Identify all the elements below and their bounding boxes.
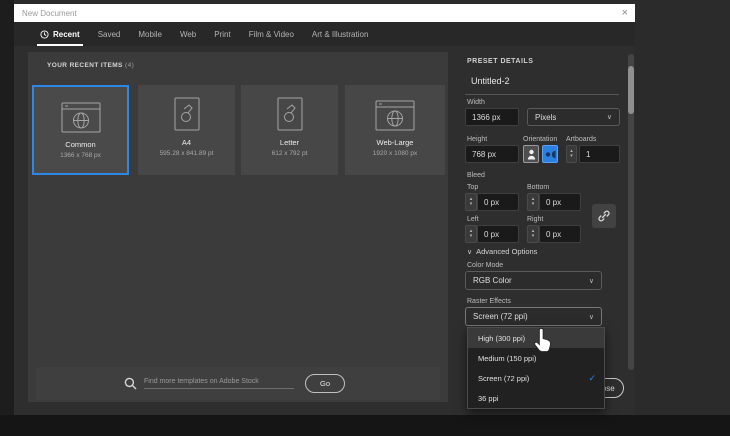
template-name: Web-Large (377, 138, 414, 147)
bleed-left-label: Left (467, 216, 479, 223)
web-template-icon (375, 85, 415, 131)
orientation-portrait-button[interactable] (523, 145, 539, 163)
step-down-icon[interactable]: ▾ (570, 154, 573, 159)
raster-effects-dropdown[interactable]: Screen (72 ppi)∨ (465, 307, 602, 326)
step-down-icon: ▾ (532, 202, 535, 207)
tab-label: Mobile (138, 30, 162, 39)
color-mode-dropdown[interactable]: RGB Color∨ (465, 271, 602, 290)
chevron-down-icon: ∨ (589, 313, 594, 321)
height-input[interactable]: 768 px (465, 145, 519, 163)
chevron-down-icon: ∨ (607, 113, 612, 121)
artboards-input[interactable]: 1 (579, 145, 620, 163)
dialog-title: New Document (14, 9, 615, 18)
bleed-bottom-stepper[interactable]: ▴▾ (527, 193, 539, 211)
tab-saved[interactable]: Saved (89, 22, 130, 46)
advanced-options-toggle[interactable]: ∨ Advanced Options (467, 247, 537, 256)
divider (465, 94, 619, 95)
bleed-bottom-input[interactable]: 0 px (539, 193, 581, 211)
close-icon[interactable]: × (615, 4, 635, 22)
template-dimensions: 612 x 792 pt (272, 150, 308, 157)
link-icon (597, 209, 611, 223)
scrollbar-thumb[interactable] (628, 66, 634, 114)
tab-print[interactable]: Print (205, 22, 239, 46)
tab-label: Film & Video (249, 30, 294, 39)
dialog-titlebar: New Document × (14, 4, 635, 22)
preset-details-heading: PRESET DETAILS (467, 58, 533, 65)
tab-film-video[interactable]: Film & Video (240, 22, 303, 46)
bleed-top-label: Top (467, 184, 478, 191)
background-left (0, 0, 14, 436)
bleed-right-label: Right (527, 216, 543, 223)
clock-icon (40, 30, 49, 39)
screen: New Document × Recent Saved Mobile Web P… (0, 0, 730, 436)
template-card-common[interactable]: Common 1366 x 768 px (32, 85, 129, 175)
link-bleed-values-button[interactable] (592, 204, 616, 228)
template-name: Letter (280, 138, 299, 147)
height-label: Height (467, 136, 487, 143)
template-card-letter[interactable]: Letter 612 x 792 pt (241, 85, 338, 175)
landscape-person-icon (545, 150, 556, 159)
template-dimensions: 1920 x 1080 px (373, 150, 417, 157)
tab-label: Recent (53, 30, 80, 39)
bleed-bottom-label: Bottom (527, 184, 549, 191)
checkmark-icon: ✓ (588, 373, 596, 384)
raster-effects-label: Raster Effects (467, 298, 511, 305)
bleed-top-stepper[interactable]: ▴▾ (465, 193, 477, 211)
portrait-person-icon (527, 149, 536, 160)
tab-label: Print (214, 30, 230, 39)
artboards-label: Artboards (566, 136, 596, 143)
step-down-icon: ▾ (470, 202, 473, 207)
step-down-icon: ▾ (532, 234, 535, 239)
template-name: Common (65, 140, 95, 149)
menu-item-36ppi[interactable]: 36 ppi (468, 388, 604, 408)
template-dimensions: 595.28 x 841.89 pt (160, 150, 214, 157)
search-input[interactable]: Find more templates on Adobe Stock (144, 378, 294, 389)
bleed-label: Bleed (467, 172, 485, 179)
tab-art-illustration[interactable]: Art & Illustration (303, 22, 377, 46)
stock-search-bar: Find more templates on Adobe Stock Go (36, 367, 440, 400)
orientation-landscape-button[interactable] (542, 145, 558, 163)
chevron-down-icon: ∨ (589, 277, 594, 285)
bleed-top-input[interactable]: 0 px (477, 193, 519, 211)
hand-cursor-icon (532, 326, 558, 356)
web-template-icon (61, 87, 101, 133)
document-name-field[interactable]: Untitled-2 (471, 76, 510, 86)
bleed-right-stepper[interactable]: ▴▾ (527, 225, 539, 243)
new-document-dialog: New Document × Recent Saved Mobile Web P… (14, 4, 635, 415)
document-template-icon (174, 85, 200, 131)
tab-label: Art & Illustration (312, 30, 368, 39)
artboards-stepper[interactable]: ▴▾ (566, 145, 577, 163)
chevron-down-icon: ∨ (467, 248, 472, 256)
bleed-right-input[interactable]: 0 px (539, 225, 581, 243)
tab-label: Web (180, 30, 196, 39)
template-dimensions: 1366 x 768 px (60, 152, 101, 159)
tab-label: Saved (98, 30, 121, 39)
template-card-a4[interactable]: A4 595.28 x 841.89 pt (138, 85, 235, 175)
bleed-left-input[interactable]: 0 px (477, 225, 519, 243)
width-input[interactable]: 1366 px (465, 108, 519, 126)
category-tabbar: Recent Saved Mobile Web Print Film & Vid… (14, 22, 635, 46)
width-label: Width (467, 99, 485, 106)
template-card-web-large[interactable]: Web-Large 1920 x 1080 px (345, 85, 445, 175)
tab-recent[interactable]: Recent (31, 22, 89, 46)
units-dropdown[interactable]: Pixels∨ (527, 108, 620, 126)
background-bottom (0, 415, 730, 436)
tab-mobile[interactable]: Mobile (129, 22, 171, 46)
recent-items-panel: YOUR RECENT ITEMS (4) Common 1366 x 768 … (28, 52, 448, 402)
bleed-left-stepper[interactable]: ▴▾ (465, 225, 477, 243)
recent-items-heading: YOUR RECENT ITEMS (4) (47, 62, 134, 69)
template-name: A4 (182, 138, 191, 147)
panel-scrollbar[interactable] (628, 54, 634, 370)
tab-web[interactable]: Web (171, 22, 205, 46)
search-icon (124, 377, 137, 390)
orientation-label: Orientation (523, 136, 557, 143)
menu-item-screen-72ppi[interactable]: Screen (72 ppi) ✓ (468, 368, 604, 388)
document-template-icon (277, 85, 303, 131)
color-mode-label: Color Mode (467, 262, 503, 269)
step-down-icon: ▾ (470, 234, 473, 239)
go-button[interactable]: Go (305, 374, 345, 393)
recent-items-count: (4) (125, 62, 134, 69)
